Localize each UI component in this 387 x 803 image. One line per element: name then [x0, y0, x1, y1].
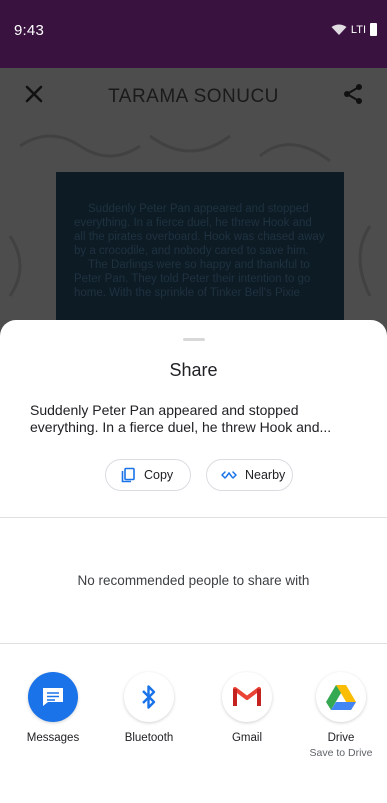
wifi-icon	[331, 24, 347, 35]
status-time: 9:43	[14, 22, 44, 39]
share-sheet: Share Suddenly Peter Pan appeared and st…	[0, 320, 387, 803]
share-app-bluetooth[interactable]: Bluetooth	[104, 672, 194, 744]
google-drive-icon	[316, 672, 366, 722]
status-bar: 9:43 LTI	[0, 0, 387, 68]
network-type: LTI	[350, 23, 366, 36]
shared-text-preview: Suddenly Peter Pan appeared and stopped …	[30, 402, 332, 435]
copy-label: Copy	[144, 468, 174, 482]
scanned-text-panel: Suddenly Peter Pan appeared and stopped …	[56, 172, 344, 342]
share-app-label: Messages	[26, 732, 80, 744]
nearby-button[interactable]: Nearby	[206, 459, 293, 491]
share-app-label: Bluetooth	[124, 732, 174, 744]
nearby-icon	[221, 470, 237, 480]
page-title: TARAMA SONUCU	[108, 86, 279, 107]
scanned-paragraph: Suddenly Peter Pan appeared and stopped …	[74, 203, 325, 257]
share-app-drive[interactable]: Drive Save to Drive	[296, 672, 386, 759]
bluetooth-icon	[124, 672, 174, 722]
nearby-label: Nearby	[245, 468, 286, 482]
battery-icon	[370, 23, 377, 36]
share-icon[interactable]	[341, 82, 365, 106]
no-recommended-people-text: No recommended people to share with	[77, 573, 310, 588]
copy-icon	[120, 467, 136, 483]
share-app-label: Drive	[327, 732, 355, 744]
share-sheet-title: Share	[169, 360, 218, 380]
status-icons: LTI	[331, 23, 377, 36]
gmail-icon	[222, 672, 272, 722]
share-app-label: Gmail	[231, 732, 263, 744]
copy-button[interactable]: Copy	[105, 459, 191, 491]
divider	[0, 517, 387, 518]
share-app-gmail[interactable]: Gmail	[202, 672, 292, 744]
share-app-sublabel: Save to Drive	[309, 747, 373, 759]
share-app-messages[interactable]: Messages	[8, 672, 98, 744]
drag-handle[interactable]	[183, 338, 205, 341]
divider	[0, 643, 387, 644]
messages-icon	[28, 672, 78, 722]
scanned-paragraph: The Darlings were so happy and thankful …	[74, 259, 311, 299]
